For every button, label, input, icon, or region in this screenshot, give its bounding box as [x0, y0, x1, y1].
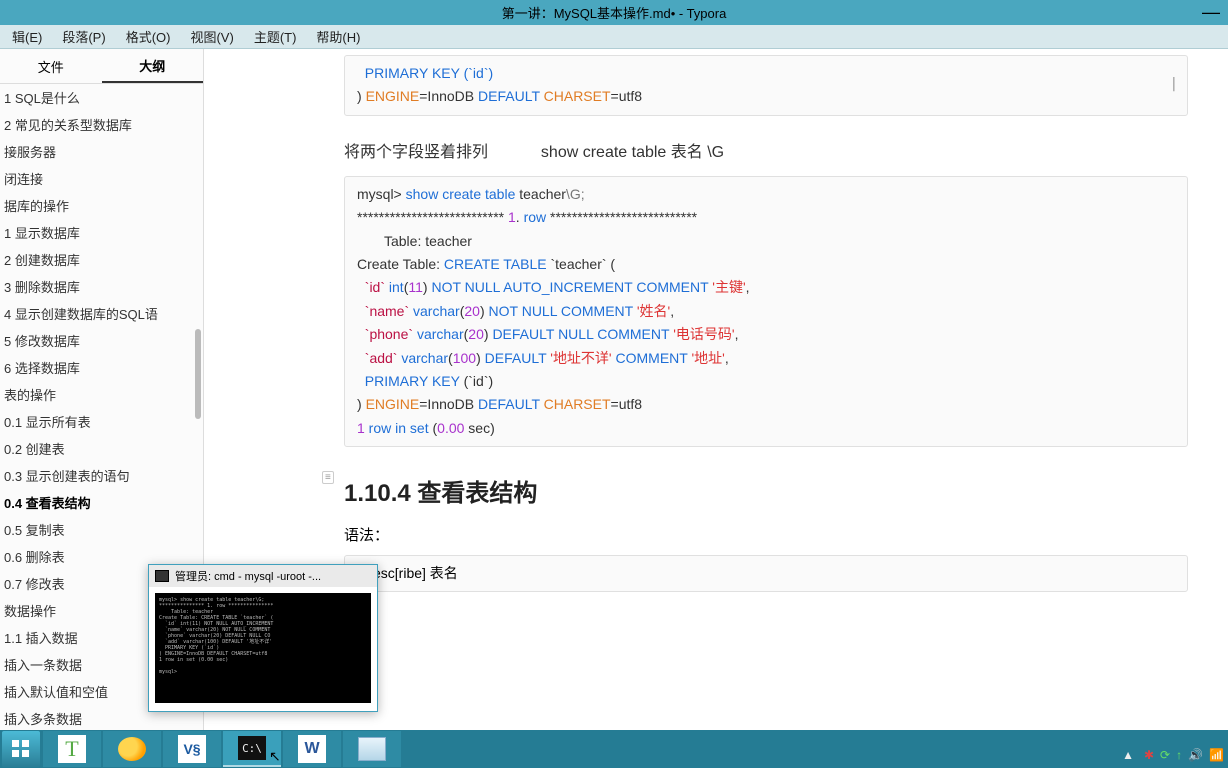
menu-edit[interactable]: 辑(E) — [2, 25, 52, 48]
taskbar-visio[interactable]: V§ — [163, 731, 221, 767]
outline-item[interactable]: 6 选择数据库 — [0, 354, 203, 381]
window-titlebar: 第一讲：MySQL基本操作.md• - Typora — — [0, 0, 1228, 25]
window-title: 第一讲：MySQL基本操作.md• - Typora — [502, 3, 727, 22]
outline-item[interactable]: 据库的操作 — [0, 192, 203, 219]
code-text: PRIMARY KEY (`id`) — [357, 65, 493, 81]
syntax-label: 语法： — [344, 524, 1188, 545]
scrollbar-thumb[interactable] — [195, 329, 201, 419]
taskbar-preview-popup[interactable]: 管理员: cmd - mysql -uroot -... mysql> show… — [148, 564, 378, 712]
tray-expand-icon[interactable]: ▲ — [1122, 748, 1134, 762]
outline-item[interactable]: 3 删除数据库 — [0, 273, 203, 300]
tab-files[interactable]: 文件 — [0, 49, 102, 83]
outline-item[interactable]: 接服务器 — [0, 138, 203, 165]
taskbar-chat[interactable] — [103, 731, 161, 767]
chat-icon — [118, 737, 146, 761]
outline-item[interactable]: 0.5 复制表 — [0, 516, 203, 543]
word-icon: W — [298, 735, 326, 763]
outline-item[interactable]: 0.3 显示创建表的语句 — [0, 462, 203, 489]
menu-paragraph[interactable]: 段落(P) — [52, 25, 115, 48]
taskbar: T V§ C:\ W ▲ ✱ ⟳ ↑ 🔊 📶 — [0, 730, 1228, 768]
code-block-3[interactable]: esc[ribe] 表名 — [344, 555, 1188, 592]
preview-thumbnail[interactable]: mysql> show create table teacher\G; ****… — [155, 593, 371, 703]
code-block-2[interactable]: mysql> show create table teacher\G; ****… — [344, 176, 1188, 447]
text-cursor: | — [1170, 76, 1178, 92]
taskbar-word[interactable]: W — [283, 731, 341, 767]
outline-item[interactable]: 1 显示数据库 — [0, 219, 203, 246]
preview-title: 管理员: cmd - mysql -uroot -... — [175, 568, 321, 584]
taskbar-cmd[interactable]: C:\ — [223, 731, 281, 767]
tray-network-icon[interactable]: 📶 — [1209, 748, 1224, 762]
tab-outline[interactable]: 大纲 — [102, 49, 204, 83]
taskbar-typora[interactable]: T — [43, 731, 101, 767]
typora-icon: T — [58, 735, 86, 763]
menu-bar: 辑(E) 段落(P) 格式(O) 视图(V) 主题(T) 帮助(H) — [0, 25, 1228, 49]
heading-2: 1.10.4 查看表结构 — [344, 473, 1188, 508]
tray-icon[interactable]: ↑ — [1176, 748, 1182, 762]
taskbar-notepad[interactable] — [343, 731, 401, 767]
menu-theme[interactable]: 主题(T) — [244, 25, 307, 48]
outline-item[interactable]: 0.1 显示所有表 — [0, 408, 203, 435]
start-button[interactable] — [2, 731, 40, 767]
outline-item[interactable]: 0.2 创建表 — [0, 435, 203, 462]
paragraph: 将两个字段竖着排列 show create table 表名 \G — [344, 138, 1188, 162]
tray-icon[interactable]: ✱ — [1144, 748, 1154, 762]
system-tray: ▲ ✱ ⟳ ↑ 🔊 📶 — [1122, 748, 1224, 762]
cmd-icon: C:\ — [238, 736, 266, 760]
outline-item[interactable]: 表的操作 — [0, 381, 203, 408]
minimize-icon[interactable]: — — [1202, 2, 1220, 23]
tray-icon[interactable]: ⟳ — [1160, 748, 1170, 762]
menu-view[interactable]: 视图(V) — [180, 25, 243, 48]
menu-format[interactable]: 格式(O) — [116, 25, 181, 48]
outline-item[interactable]: 0.4 查看表结构 — [0, 489, 203, 516]
block-tag-icon[interactable]: ≡ — [322, 471, 334, 484]
menu-help[interactable]: 帮助(H) — [306, 25, 370, 48]
notepad-icon — [358, 737, 386, 761]
outline-item[interactable]: 1 SQL是什么 — [0, 84, 203, 111]
visio-icon: V§ — [178, 735, 206, 763]
code-block-1[interactable]: PRIMARY KEY (`id`) ) ENGINE=InnoDB DEFAU… — [344, 55, 1188, 116]
outline-item[interactable]: 2 创建数据库 — [0, 246, 203, 273]
outline-item[interactable]: 4 显示创建数据库的SQL语 — [0, 300, 203, 327]
tray-volume-icon[interactable]: 🔊 — [1188, 748, 1203, 762]
cmd-icon — [155, 570, 169, 582]
outline-item[interactable]: 闭连接 — [0, 165, 203, 192]
outline-item[interactable]: 5 修改数据库 — [0, 327, 203, 354]
outline-item[interactable]: 2 常见的关系型数据库 — [0, 111, 203, 138]
